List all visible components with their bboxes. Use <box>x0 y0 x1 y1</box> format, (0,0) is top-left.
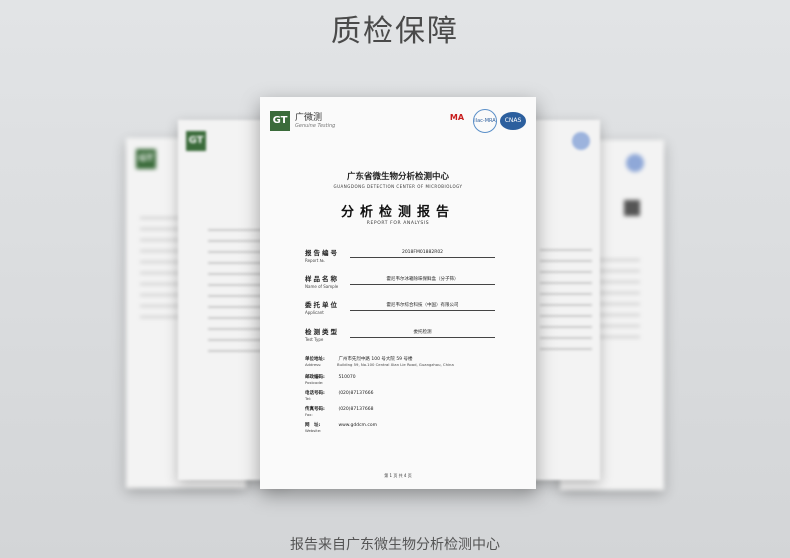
field-value: 2018FM01882R02 <box>350 250 495 258</box>
brand: GT 广微测 Genuine Testing <box>270 111 335 131</box>
info-value: (020)87137666 <box>338 391 374 396</box>
info-address: 单位地址: 广州市先烈中路 100 号大院 59 号楼 Address: Bui… <box>305 356 454 367</box>
page-title: 质检保障 <box>331 14 459 49</box>
info-postcode: 邮政编码: 510070 Postcode: <box>305 374 356 385</box>
info-key-en: Postcode: <box>305 380 324 385</box>
info-value: (020)87137668 <box>338 407 374 412</box>
ma-mark-icon: MA <box>449 113 465 122</box>
page-number: 第 1 页 共 4 页 <box>384 473 412 478</box>
info-website: 网 址: www.gddcm.com Website: <box>305 422 377 433</box>
logo-icon: GT <box>136 148 156 169</box>
organization-name-en: GUANGDONG DETECTION CENTER OF MICROBIOLO… <box>333 184 463 189</box>
info-key-en: Website: <box>305 428 322 433</box>
info-key-en: Address: <box>305 362 322 367</box>
analysis-report: GT 广微测 Genuine Testing MA ilac-MRA CNAS … <box>260 97 536 489</box>
info-value-en: Building 59, No.100 Central Xian Lie Roa… <box>337 362 454 367</box>
info-value: 510070 <box>338 375 356 380</box>
report-title: 分析检测报告 <box>340 205 455 220</box>
info-key-en: Tel: <box>305 396 312 401</box>
logo-icon: GT <box>186 130 206 151</box>
field-value: 霍尼韦尔综合科技（中国）有限公司 <box>350 302 495 311</box>
seal-icon <box>572 132 590 150</box>
qr-code-icon <box>624 200 640 216</box>
seal-icon <box>626 154 644 172</box>
report-title-en: REPORT FOR ANALYSIS <box>366 221 430 226</box>
field-test-type: 检测类型 Test Type 委托检测 <box>305 326 495 342</box>
ilac-mra-mark-icon: ilac-MRA <box>473 109 497 133</box>
field-value: 霍尼韦尔冰箱除味保鲜盒（分子筛） <box>350 276 495 285</box>
organization-name: 广东省微生物分析检测中心 <box>346 172 449 182</box>
field-report-number: 报告编号 Report №. 2018FM01882R02 <box>305 247 495 263</box>
caption: 报告来自广东微生物分析检测中心 <box>290 537 500 553</box>
cnas-mark-icon: CNAS <box>500 112 526 130</box>
info-fax: 传真号码: (020)87137668 Fax: <box>305 406 373 417</box>
field-applicant: 委托单位 Applicant 霍尼韦尔综合科技（中国）有限公司 <box>305 299 495 315</box>
field-sample-name: 样品名称 Name of Sample 霍尼韦尔冰箱除味保鲜盒（分子筛） <box>305 273 495 289</box>
info-key-en: Fax: <box>305 412 313 417</box>
field-label-en: Report №. <box>305 258 325 263</box>
field-value: 委托检测 <box>350 329 495 338</box>
info-value: www.gddcm.com <box>338 423 377 428</box>
info-tel: 电话号码: (020)87137666 Tel: <box>305 390 373 401</box>
certification-marks: MA ilac-MRA CNAS <box>444 109 526 133</box>
gt-logo-icon: GT <box>270 111 290 131</box>
brand-subtitle: Genuine Testing <box>295 123 336 129</box>
brand-name: 广微测 <box>295 113 323 123</box>
